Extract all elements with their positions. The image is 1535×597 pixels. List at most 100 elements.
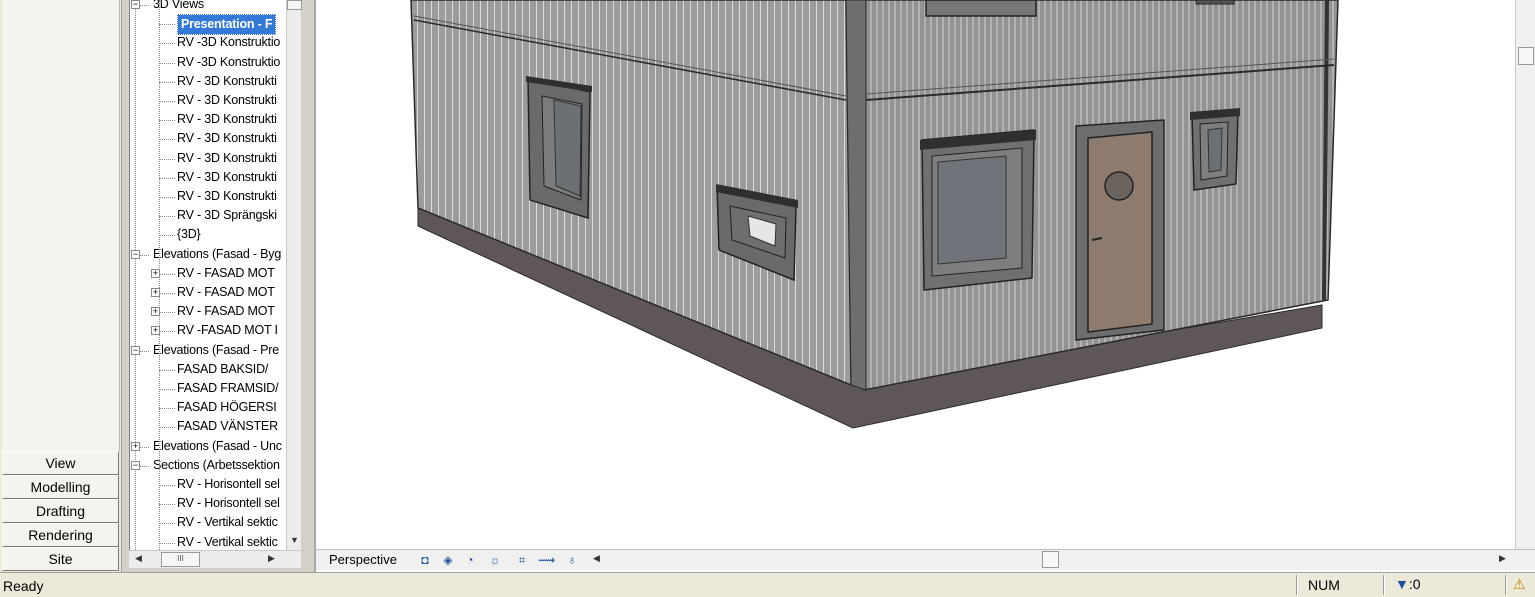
house-3d-model[interactable] (316, 0, 1515, 549)
tab-drafting[interactable]: Drafting (2, 499, 119, 523)
browser-item-label: RV -3D Konstruktio (177, 54, 281, 69)
shadows-icon[interactable]: ◔ (462, 552, 478, 568)
view-window[interactable]: Perspective ◘ ◈ ◔ ☼ ⌗ ⟿ ♁ ◀ ▶ (314, 0, 1535, 572)
tree-connector (159, 542, 175, 544)
tree-connector (159, 158, 175, 160)
browser-item[interactable]: RV -3D Konstruktio (177, 33, 280, 52)
crop-region-icon[interactable]: ⌗ (514, 552, 530, 568)
tree-connector (159, 427, 175, 429)
browser-item[interactable]: FASAD BAKSID/ (177, 360, 268, 379)
view-vertical-scrollbar[interactable] (1515, 0, 1535, 550)
browser-item-label: 3D Views (153, 0, 204, 11)
view-control-bar: Perspective ◘ ◈ ◔ ☼ ⌗ ⟿ ♁ ◀ ▶ (316, 549, 1535, 570)
browser-item[interactable]: RV - 3D Konstrukti (177, 72, 277, 91)
detail-level-icon[interactable]: ◘ (417, 552, 433, 568)
browser-item-label: RV - FASAD MOT (177, 285, 275, 299)
scroll-thumb[interactable] (1042, 551, 1059, 568)
browser-item-label: Elevations (Fasad - Byg (153, 246, 282, 261)
browser-item[interactable]: RV - FASAD MOT (177, 264, 275, 283)
browser-item-label: FASAD VÄNSTER (177, 419, 278, 434)
browser-item[interactable]: FASAD FRAMSID/ (177, 379, 279, 398)
filter-indicator[interactable]: ▼:0 (1395, 576, 1421, 592)
status-message: Ready (3, 578, 44, 594)
browser-item[interactable]: RV - 3D Konstrukti (177, 91, 277, 110)
tree-connector (159, 331, 175, 333)
scroll-thumb[interactable] (287, 0, 302, 10)
browser-item[interactable]: Presentation - F (177, 14, 277, 36)
browser-vertical-scrollbar[interactable]: ▼ (286, 0, 302, 550)
tab-rendering[interactable]: Rendering (2, 523, 119, 547)
tree-connector (159, 273, 175, 275)
scroll-left-arrow-icon[interactable]: ◀ (593, 553, 600, 564)
status-bar: Ready NUM ▼:0 ⚠ (0, 572, 1535, 597)
browser-item-label: RV -3D Konstruktio (177, 35, 281, 50)
tree-connector (159, 389, 175, 390)
browser-horizontal-scrollbar[interactable]: ◀ III ▶ (129, 550, 301, 568)
tree-guide-line (159, 0, 160, 550)
browser-item[interactable]: RV - Horisontell sel (177, 475, 280, 494)
show-crop-icon[interactable]: ⟿ (538, 552, 555, 568)
status-divider (1296, 575, 1298, 595)
browser-item-label: FASAD BAKSID/ (177, 361, 269, 376)
tab-site[interactable]: Site (2, 547, 119, 571)
tree-connector (159, 101, 175, 102)
browser-item-label: RV - 3D Konstrukti (177, 93, 277, 107)
browser-item-label: RV - 3D Konstrukti (177, 150, 277, 165)
browser-item-label: FASAD HÖGERSI (177, 400, 277, 415)
browser-item[interactable]: RV - 3D Sprängski (177, 206, 277, 225)
browser-item-label: RV - FASAD MOT (177, 304, 275, 319)
browser-item[interactable]: FASAD VÄNSTER (177, 417, 278, 436)
collapse-icon[interactable]: − (131, 249, 140, 259)
browser-item[interactable]: RV - 3D Konstrukti (177, 187, 277, 206)
scroll-thumb[interactable] (1518, 47, 1534, 65)
temporary-hide-icon[interactable]: ♁ (564, 552, 580, 568)
tree-connector (159, 120, 175, 122)
browser-item-label: RV -FASAD MOT I (177, 323, 278, 338)
browser-item[interactable]: RV - FASAD MOT (177, 283, 275, 302)
sun-path-icon[interactable]: ☼ (487, 552, 503, 568)
tab-view[interactable]: View (2, 451, 119, 475)
scroll-right-arrow-icon[interactable]: ▶ (268, 553, 275, 564)
warning-icon[interactable]: ⚠ (1513, 576, 1531, 594)
browser-item[interactable]: RV - 3D Konstrukti (177, 149, 277, 168)
tree-connector (159, 523, 175, 525)
scroll-right-arrow-icon[interactable]: ▶ (1499, 553, 1506, 564)
tab-modelling[interactable]: Modelling (2, 475, 119, 499)
browser-item[interactable]: RV - FASAD MOT (177, 302, 275, 321)
project-browser-tree: 3D Views − Presentation - F RV -3D Konstruk… (129, 0, 286, 550)
browser-item[interactable]: RV - Horisontell sel (177, 494, 280, 513)
browser-item[interactable]: RV -FASAD MOT I (177, 321, 278, 340)
browser-item[interactable]: RV -3D Konstruktio (177, 53, 280, 72)
collapse-icon[interactable]: − (131, 0, 140, 9)
scroll-down-arrow-icon[interactable]: ▼ (290, 535, 299, 545)
browser-item[interactable]: RV - Vertikal sektic (177, 513, 278, 532)
browser-item[interactable]: {3D} (177, 225, 201, 244)
tree-connector (159, 81, 175, 83)
browser-item-label: RV - 3D Konstrukti (177, 73, 277, 88)
browser-item-label: RV - Horisontell sel (177, 477, 280, 491)
browser-category[interactable]: Elevations (Fasad - Pre (153, 341, 279, 360)
tree-connector (159, 312, 175, 314)
design-bar-tabs: View Modelling Drafting Rendering Site (2, 451, 119, 571)
browser-item[interactable]: RV - 3D Konstrukti (177, 129, 277, 148)
collapse-icon[interactable]: − (131, 460, 140, 470)
visual-style-icon[interactable]: ◈ (440, 552, 456, 568)
browser-item[interactable]: FASAD HÖGERSI (177, 398, 277, 417)
scroll-left-arrow-icon[interactable]: ◀ (135, 553, 142, 564)
browser-item-label: {3D} (177, 227, 201, 242)
browser-category[interactable]: 3D Views (153, 0, 204, 14)
browser-category[interactable]: Sections (Arbetssektion (153, 456, 280, 475)
browser-item[interactable]: RV - 3D Konstrukti (177, 168, 277, 187)
scroll-thumb[interactable]: III (161, 552, 200, 567)
browser-item-label: Sections (Arbetssektion (153, 457, 280, 472)
design-bar-panel (2, 0, 120, 451)
browser-item[interactable]: RV - Vertikal sektic (177, 533, 278, 550)
browser-item[interactable]: RV - 3D Konstrukti (177, 110, 277, 129)
status-divider (1505, 575, 1507, 595)
tree-connector (159, 504, 175, 506)
expand-icon[interactable]: + (131, 441, 140, 451)
collapse-icon[interactable]: − (131, 345, 140, 355)
browser-category[interactable]: Elevations (Fasad - Unc (153, 437, 282, 456)
browser-category[interactable]: Elevations (Fasad - Byg (153, 245, 281, 264)
filter-count: :0 (1408, 576, 1421, 592)
